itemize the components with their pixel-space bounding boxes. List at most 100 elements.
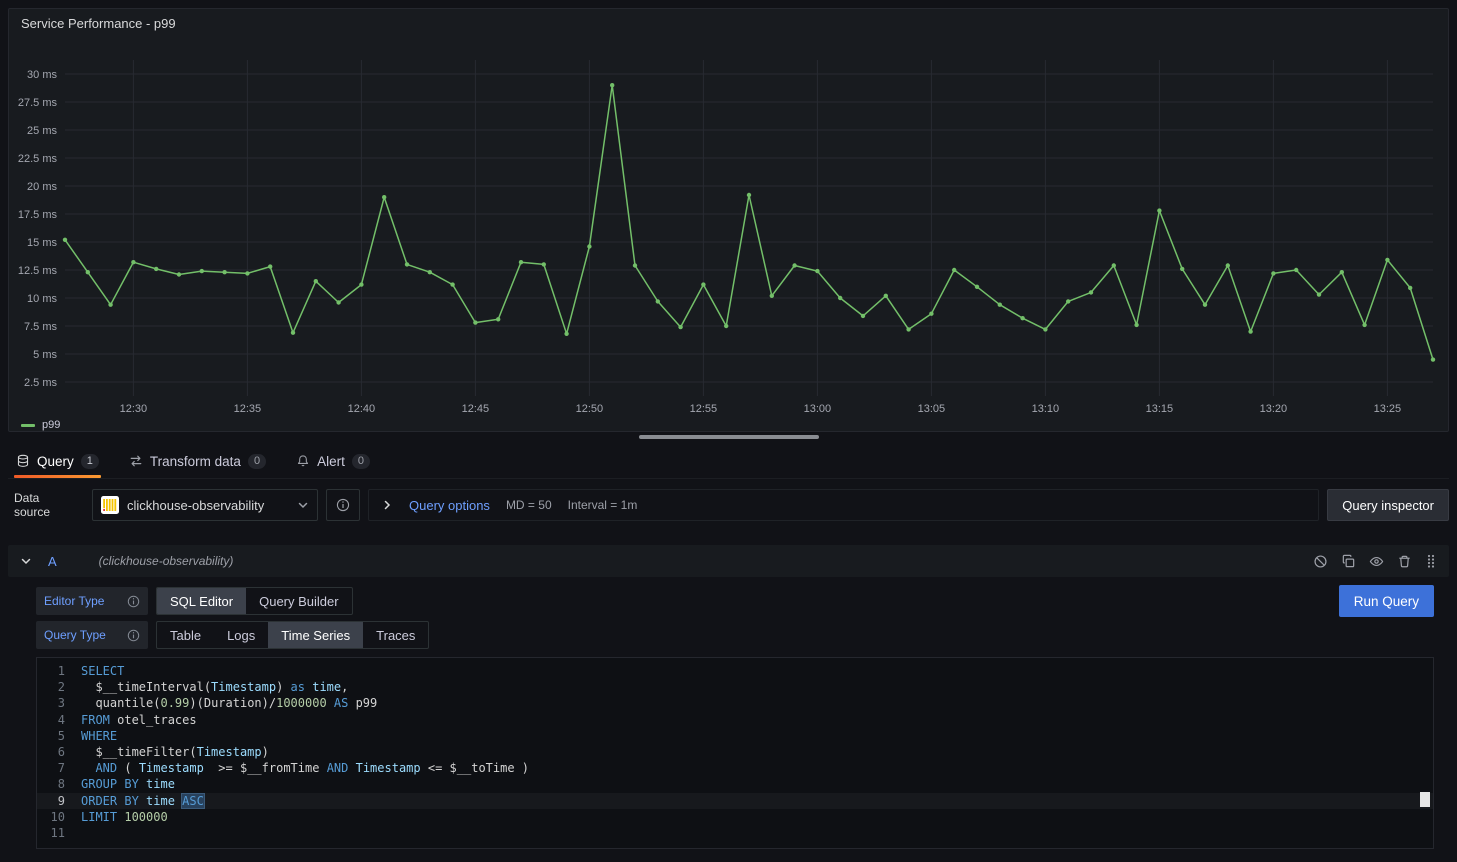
x-tick-label: 13:20 <box>1260 403 1288 415</box>
series-point <box>177 272 181 276</box>
series-point <box>542 262 546 266</box>
series-point <box>496 317 500 321</box>
sql-code-editor[interactable]: 1SELECT2 $__timeInterval(Timestamp) as t… <box>36 657 1434 849</box>
y-tick-label: 22.5 ms <box>18 153 58 165</box>
editor-type-option-sql-editor[interactable]: SQL Editor <box>157 588 246 614</box>
series-point <box>1066 299 1070 303</box>
sql-line-11[interactable]: 11 <box>37 825 1433 841</box>
duplicate-query-icon[interactable] <box>1341 554 1356 569</box>
legend-series-label[interactable]: p99 <box>42 419 60 431</box>
transform-arrows-icon <box>129 454 143 468</box>
query-options-toggle[interactable]: Query options <box>409 498 490 513</box>
series-point <box>131 260 135 264</box>
drag-handle-icon[interactable] <box>1425 553 1437 569</box>
trash-icon[interactable] <box>1397 554 1412 569</box>
line-code: AND ( Timestamp >= $__fromTime AND Times… <box>81 760 529 776</box>
series-point <box>1248 329 1252 333</box>
y-tick-label: 15 ms <box>27 237 57 249</box>
series-point <box>1134 323 1138 327</box>
query-ref-id[interactable]: A <box>48 554 57 569</box>
query-row-actions <box>1313 553 1437 569</box>
line-number: 6 <box>37 744 81 760</box>
series-point <box>359 282 363 286</box>
bell-icon <box>296 454 310 468</box>
datasource-label: Data source <box>8 491 84 519</box>
info-circle-icon[interactable] <box>127 595 140 608</box>
y-tick-label: 10 ms <box>27 293 57 305</box>
horizontal-scrollbar-thumb[interactable] <box>639 435 819 439</box>
series-point <box>268 264 272 268</box>
x-tick-label: 13:15 <box>1146 403 1174 415</box>
series-point <box>929 312 933 316</box>
line-code: WHERE <box>81 728 117 744</box>
x-tick-label: 13:10 <box>1032 403 1060 415</box>
line-code: SELECT <box>81 663 124 679</box>
series-point <box>1340 270 1344 274</box>
series-point <box>564 332 568 336</box>
series-point <box>450 282 454 286</box>
collapse-chevron-down-icon[interactable] <box>20 555 32 567</box>
series-point <box>245 271 249 275</box>
y-tick-label: 7.5 ms <box>24 321 58 333</box>
query-type-row: Query Type Table Logs Time Series Traces <box>36 621 1434 649</box>
series-point <box>222 270 226 274</box>
query-row-header: A (clickhouse-observability) <box>8 545 1449 577</box>
sql-line-6[interactable]: 6 $__timeFilter(Timestamp) <box>37 744 1433 760</box>
query-type-label: Query Type <box>36 621 148 649</box>
eye-icon[interactable] <box>1369 554 1384 569</box>
series-point <box>405 262 409 266</box>
series-point <box>1385 258 1389 262</box>
series-point <box>1180 267 1184 271</box>
sql-line-5[interactable]: 5WHERE <box>37 728 1433 744</box>
line-number: 8 <box>37 776 81 792</box>
series-point <box>701 282 705 286</box>
sql-line-7[interactable]: 7 AND ( Timestamp >= $__fromTime AND Tim… <box>37 760 1433 776</box>
sql-line-9[interactable]: 9ORDER BY time ASC <box>37 793 1433 809</box>
clickhouse-logo-icon <box>101 496 119 514</box>
disable-query-icon[interactable] <box>1313 554 1328 569</box>
series-point <box>656 299 660 303</box>
chevron-down-icon <box>297 499 309 511</box>
query-type-option-logs[interactable]: Logs <box>214 622 268 648</box>
tab-query[interactable]: Query 1 <box>14 444 101 478</box>
series-point <box>519 260 523 264</box>
y-tick-label: 12.5 ms <box>18 265 58 277</box>
tab-alert-label: Alert <box>317 454 345 469</box>
query-inspector-button[interactable]: Query inspector <box>1327 489 1449 521</box>
datasource-help-button[interactable] <box>326 489 360 521</box>
tab-alert-count-badge: 0 <box>352 454 370 469</box>
horizontal-scrollbar-track <box>0 432 1457 442</box>
max-datapoints-stat: MD = 50 <box>506 498 552 512</box>
sql-line-3[interactable]: 3 quantile(0.99)(Duration)/1000000 AS p9… <box>37 695 1433 711</box>
tab-transform-data[interactable]: Transform data 0 <box>127 444 268 478</box>
line-number: 5 <box>37 728 81 744</box>
query-type-option-traces[interactable]: Traces <box>363 622 428 648</box>
editor-type-radio-group: SQL Editor Query Builder <box>156 587 353 615</box>
query-type-option-table[interactable]: Table <box>157 622 214 648</box>
line-code: $__timeInterval(Timestamp) as time, <box>81 679 348 695</box>
editor-type-option-query-builder[interactable]: Query Builder <box>246 588 351 614</box>
database-icon <box>16 454 30 468</box>
series-point <box>1020 316 1024 320</box>
datasource-picker[interactable]: clickhouse-observability <box>92 489 318 521</box>
tab-alert[interactable]: Alert 0 <box>294 444 372 478</box>
sql-line-10[interactable]: 10LIMIT 100000 <box>37 809 1433 825</box>
x-tick-label: 13:25 <box>1374 403 1402 415</box>
y-tick-label: 17.5 ms <box>18 209 58 221</box>
overview-ruler-cursor-marker <box>1420 792 1430 807</box>
series-point <box>838 296 842 300</box>
line-number: 1 <box>37 663 81 679</box>
timeseries-chart[interactable]: 2.5 ms5 ms7.5 ms10 ms12.5 ms15 ms17.5 ms… <box>13 36 1444 416</box>
sql-lines: 1SELECT2 $__timeInterval(Timestamp) as t… <box>37 663 1433 841</box>
sql-line-1[interactable]: 1SELECT <box>37 663 1433 679</box>
info-circle-icon[interactable] <box>127 629 140 642</box>
query-datasource-hint: (clickhouse-observability) <box>99 554 234 568</box>
chevron-right-icon[interactable] <box>381 499 393 511</box>
run-query-button[interactable]: Run Query <box>1339 585 1434 617</box>
sql-line-2[interactable]: 2 $__timeInterval(Timestamp) as time, <box>37 679 1433 695</box>
sql-line-4[interactable]: 4FROM otel_traces <box>37 712 1433 728</box>
tab-query-label: Query <box>37 454 74 469</box>
query-type-option-time-series[interactable]: Time Series <box>268 622 363 648</box>
series-point <box>792 263 796 267</box>
sql-line-8[interactable]: 8GROUP BY time <box>37 776 1433 792</box>
